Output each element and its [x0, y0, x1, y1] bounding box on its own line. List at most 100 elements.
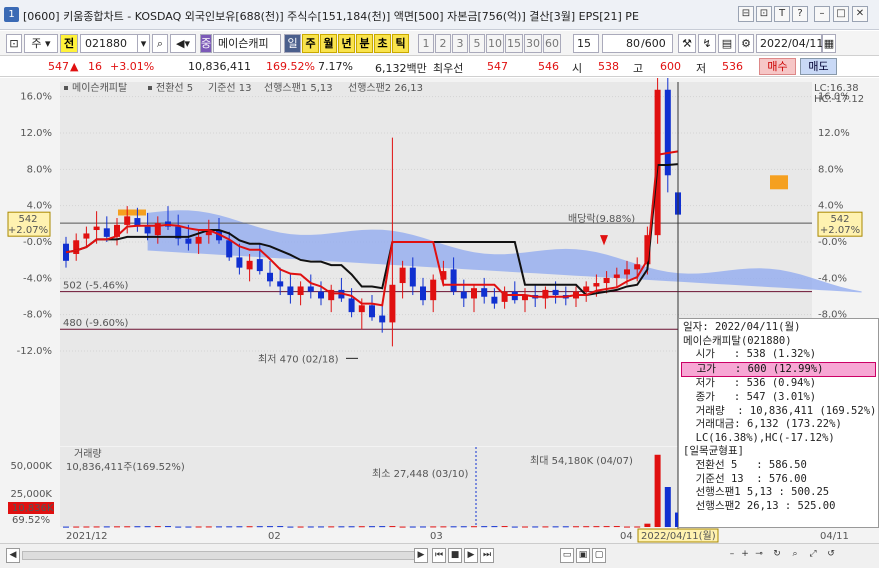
scroll-track[interactable] — [22, 551, 422, 560]
candle[interactable] — [624, 269, 630, 275]
period-3-button[interactable]: 년 — [338, 34, 355, 53]
play-icon[interactable]: ▶ — [464, 548, 478, 563]
candle[interactable] — [358, 305, 365, 313]
candle[interactable] — [185, 238, 192, 244]
candle[interactable] — [246, 260, 253, 270]
candle[interactable] — [613, 274, 620, 278]
candle[interactable] — [307, 286, 314, 292]
candle[interactable] — [664, 89, 671, 176]
maximize-button[interactable]: □ — [833, 6, 849, 22]
period-4-button[interactable]: 분 — [356, 34, 373, 53]
code-dropdown-icon[interactable]: ▾ — [137, 34, 150, 53]
candle[interactable] — [450, 269, 457, 292]
period-5-button[interactable]: 초 — [374, 34, 391, 53]
period-2-button[interactable]: 월 — [320, 34, 337, 53]
first-icon[interactable]: ⏮ — [432, 548, 446, 563]
code-input[interactable]: 021880 — [80, 34, 138, 53]
candle[interactable] — [603, 277, 610, 284]
all-button[interactable]: 전 — [60, 34, 78, 53]
candle[interactable] — [420, 286, 426, 301]
candle[interactable] — [583, 286, 590, 292]
link-icon[interactable]: ⊡ — [756, 6, 772, 22]
candle[interactable] — [430, 279, 437, 301]
chart-scrollbar[interactable]: ◀ ▶ ⏮ ■ ▶ ⏭ ▭ ▣ ▢ – + ⊸ ↻ ⌕ ⤢ ↺ — [0, 543, 879, 568]
minute-3-button[interactable]: 3 — [452, 34, 468, 53]
candle[interactable] — [277, 281, 284, 287]
minute-15-button[interactable]: 15 — [505, 34, 523, 53]
scroll-left-icon[interactable]: ◀ — [6, 548, 20, 563]
legend-senkou2[interactable]: 선행스팬2 26,13 — [348, 82, 423, 94]
minute-select[interactable]: 15 ▾ — [573, 34, 599, 67]
zoom-area-icon[interactable]: ▭ — [560, 548, 574, 563]
tools-icon[interactable]: ⚒ — [678, 34, 696, 53]
candle[interactable] — [93, 226, 100, 231]
lock-icon[interactable]: ⊡ — [6, 34, 22, 53]
slider-icon[interactable]: ⊸ — [752, 548, 766, 563]
period-6-button[interactable]: 틱 — [392, 34, 409, 53]
candle[interactable] — [460, 291, 467, 299]
candle[interactable] — [73, 240, 80, 254]
zoom-box-icon[interactable]: ▣ — [576, 548, 590, 563]
refresh-icon[interactable]: ↺ — [824, 548, 838, 563]
candle[interactable] — [471, 288, 477, 299]
help-icon[interactable]: ? — [792, 6, 808, 22]
candle[interactable] — [297, 286, 304, 296]
candle[interactable] — [399, 267, 406, 284]
candle[interactable] — [491, 296, 498, 304]
candle[interactable] — [369, 305, 375, 318]
period-0-button[interactable]: 일 — [284, 34, 301, 53]
save-icon[interactable]: ▤ — [718, 34, 736, 53]
legend-tenkan[interactable]: 전환선 5 — [156, 82, 193, 94]
screen-option-icon[interactable]: ⊟ — [738, 6, 754, 22]
date-input[interactable]: 2022/04/11 — [756, 34, 823, 53]
candle[interactable] — [256, 259, 263, 272]
zoom-fit-icon[interactable]: ▢ — [592, 548, 606, 563]
period-1-button[interactable]: 주 — [302, 34, 319, 53]
zoom-in-icon[interactable]: + — [738, 548, 752, 563]
font-icon[interactable]: T — [774, 6, 790, 22]
candle[interactable] — [83, 233, 90, 239]
candle[interactable] — [593, 283, 600, 287]
minute-1-button[interactable]: 1 — [418, 34, 434, 53]
minute-2-button[interactable]: 2 — [435, 34, 451, 53]
candle[interactable] — [287, 286, 294, 296]
candle[interactable] — [318, 291, 324, 299]
search-icon[interactable]: ⌕ — [152, 34, 168, 53]
buy-button[interactable]: 매수 — [759, 58, 796, 75]
minute-60-button[interactable]: 60 — [543, 34, 561, 53]
settings-icon[interactable]: ⚙ — [738, 34, 754, 53]
candle[interactable] — [267, 272, 273, 282]
fullscreen-icon[interactable]: ⤢ — [806, 548, 820, 563]
graph-icon[interactable]: ↯ — [698, 34, 716, 53]
candle[interactable] — [389, 284, 396, 323]
minute-30-button[interactable]: 30 — [524, 34, 542, 53]
search-zoom-icon[interactable]: ⌕ — [788, 548, 802, 563]
candle[interactable] — [409, 267, 416, 287]
candle[interactable] — [124, 216, 131, 225]
candle[interactable] — [103, 228, 110, 237]
minimize-button[interactable]: – — [814, 6, 830, 22]
count-input[interactable]: 80 — [602, 34, 642, 53]
zoom-out-icon[interactable]: – — [725, 548, 739, 563]
minute-10-button[interactable]: 10 — [486, 34, 504, 53]
stop-icon[interactable]: ■ — [448, 548, 462, 563]
legend-name[interactable]: 메이슨캐피탈 — [72, 81, 127, 94]
scroll-right-icon[interactable]: ▶ — [414, 548, 428, 563]
sell-button[interactable]: 매도 — [800, 58, 837, 75]
calendar-icon[interactable]: ▦ — [822, 34, 836, 53]
candle[interactable] — [144, 226, 151, 234]
minute-5-button[interactable]: 5 — [469, 34, 485, 53]
legend-senkou1[interactable]: 선행스팬1 5,13 — [264, 82, 333, 94]
candle[interactable] — [634, 264, 641, 270]
legend-kijun[interactable]: 기준선 13 — [208, 82, 252, 94]
market-select[interactable]: 주 ▾ — [24, 34, 58, 53]
sound-icon[interactable]: ◀▾ — [170, 34, 196, 53]
candle[interactable] — [552, 289, 559, 296]
candle[interactable] — [236, 257, 243, 268]
candle[interactable] — [379, 315, 386, 323]
candle[interactable] — [226, 240, 233, 258]
candle[interactable] — [481, 288, 488, 297]
close-button[interactable]: ✕ — [852, 6, 868, 22]
reset-icon[interactable]: ↻ — [770, 548, 784, 563]
candle[interactable] — [348, 298, 355, 313]
